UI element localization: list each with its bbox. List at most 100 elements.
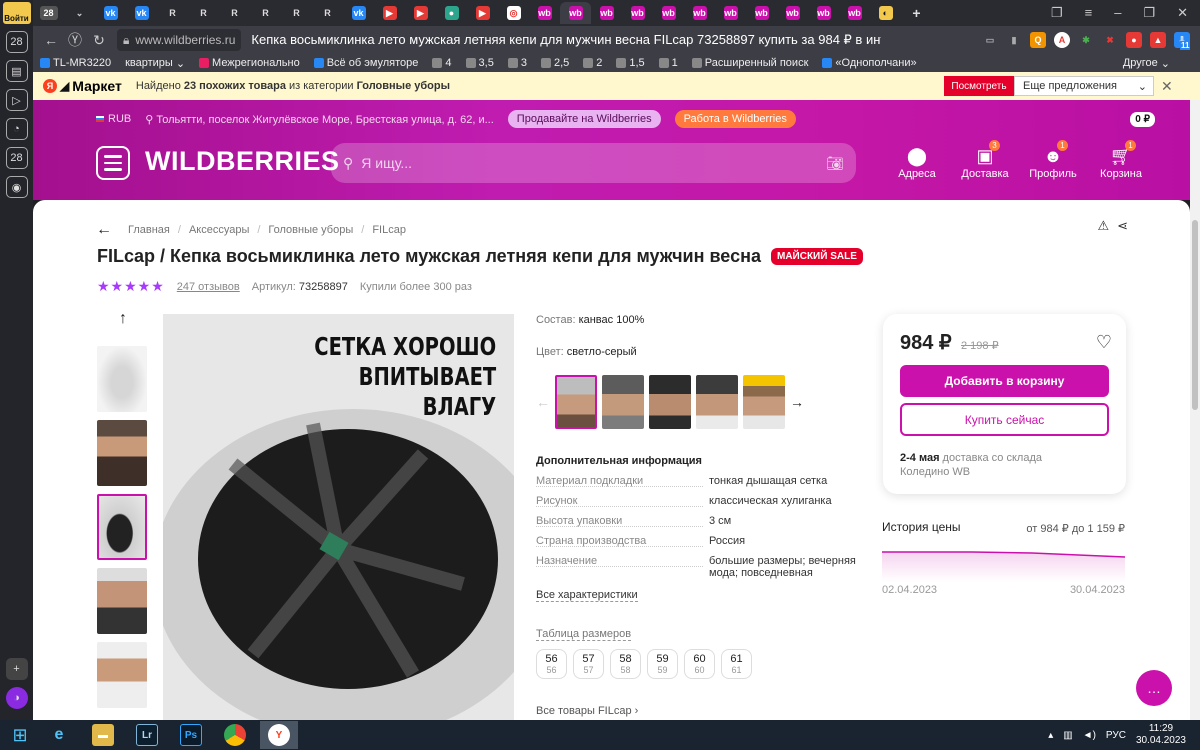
- url-field[interactable]: 🔒︎ www.wildberries.ru: [117, 29, 242, 51]
- yandex-icon[interactable]: Ⓨ: [63, 30, 87, 50]
- size-button[interactable]: 57 57: [573, 649, 604, 679]
- page-scrollbar[interactable]: [1190, 100, 1200, 720]
- tab[interactable]: vk: [95, 2, 126, 24]
- tab[interactable]: ●: [436, 2, 467, 24]
- reader-icon[interactable]: ▭: [982, 32, 998, 48]
- taskbar-ie[interactable]: e: [40, 721, 78, 749]
- tab-active[interactable]: wb: [560, 2, 591, 24]
- extension-icon[interactable]: Q: [1030, 32, 1046, 48]
- menu-icon[interactable]: [96, 146, 130, 180]
- tab[interactable]: wb: [715, 2, 746, 24]
- color-swatch[interactable]: [743, 375, 785, 429]
- tab[interactable]: ▶: [405, 2, 436, 24]
- breadcrumb-item[interactable]: FILcap: [372, 224, 406, 236]
- other-bookmarks[interactable]: Другое ⌄: [1116, 57, 1200, 70]
- tab[interactable]: wb: [591, 2, 622, 24]
- size-button[interactable]: 59 59: [647, 649, 678, 679]
- taskbar-explorer[interactable]: ▬: [84, 721, 122, 749]
- tab[interactable]: R: [157, 2, 188, 24]
- tab[interactable]: wb: [529, 2, 560, 24]
- market-see-button[interactable]: Посмотреть: [944, 76, 1014, 96]
- thumbnail[interactable]: [97, 346, 147, 412]
- extension-icon[interactable]: ▲: [1150, 32, 1166, 48]
- bookmark-item[interactable]: «Однополчани»: [815, 57, 923, 69]
- thumbnail[interactable]: [97, 568, 147, 634]
- tab-counter[interactable]: 28: [33, 2, 64, 24]
- tab[interactable]: vk: [126, 2, 157, 24]
- bookmark-item[interactable]: 1: [652, 57, 685, 69]
- tab-counter-icon[interactable]: 28: [5, 31, 28, 53]
- calendar-icon[interactable]: 28: [5, 147, 28, 169]
- currency-selector[interactable]: RUB: [96, 113, 131, 125]
- tab-menu-icon[interactable]: ⌄: [64, 2, 95, 24]
- taskbar-chrome[interactable]: [216, 721, 254, 749]
- tab[interactable]: wb: [622, 2, 653, 24]
- color-swatch[interactable]: [602, 375, 644, 429]
- tab[interactable]: R: [188, 2, 219, 24]
- thumbnail-selected[interactable]: [97, 494, 147, 560]
- tab[interactable]: wb: [839, 2, 870, 24]
- location-selector[interactable]: ⚲ Тольятти, поселок Жигулёвское Море, Бр…: [145, 113, 494, 126]
- extension-icon[interactable]: ●: [1126, 32, 1142, 48]
- tab[interactable]: vk: [343, 2, 374, 24]
- tab[interactable]: ◐: [870, 2, 901, 24]
- start-button-icon[interactable]: ⊞: [6, 722, 34, 748]
- downloads-icon[interactable]: ⇩ 11: [1174, 32, 1191, 50]
- reload-icon[interactable]: ↻: [87, 32, 111, 49]
- tab[interactable]: wb: [808, 2, 839, 24]
- balance-badge[interactable]: 0 ₽: [1130, 112, 1155, 127]
- play-icon[interactable]: ▷: [5, 89, 28, 111]
- taskbar-yandex[interactable]: Y: [260, 721, 298, 749]
- nav-delivery[interactable]: ▣ 3 Доставка: [951, 140, 1019, 180]
- bookmark-item[interactable]: 2,5: [534, 57, 576, 69]
- tab[interactable]: R: [312, 2, 343, 24]
- size-button[interactable]: 56 56: [536, 649, 567, 679]
- scrollbar-thumb[interactable]: [1192, 220, 1198, 410]
- size-table-link[interactable]: Таблица размеров: [536, 628, 632, 641]
- taskbar-lightroom[interactable]: Lr: [128, 721, 166, 749]
- size-button[interactable]: 58 58: [610, 649, 641, 679]
- market-logo[interactable]: Я ◢ Маркет: [43, 78, 122, 94]
- share-icon[interactable]: ⋖: [1117, 218, 1128, 234]
- extension-icon[interactable]: A: [1054, 32, 1070, 48]
- close-icon[interactable]: ✕: [1177, 5, 1188, 21]
- back-arrow-icon[interactable]: ←: [96, 221, 112, 239]
- nav-profile[interactable]: ☻ 1 Профиль: [1019, 140, 1087, 180]
- taskbar-photoshop[interactable]: Ps: [172, 721, 210, 749]
- breadcrumb-item[interactable]: Главная: [128, 224, 170, 236]
- color-swatch[interactable]: [696, 375, 738, 429]
- login-button[interactable]: Войти: [2, 2, 31, 24]
- new-tab-button[interactable]: +: [901, 2, 932, 24]
- history-icon[interactable]: ◔: [5, 118, 28, 140]
- extension-icon[interactable]: ✱: [1078, 32, 1094, 48]
- screenshot-icon[interactable]: ◉: [5, 176, 28, 198]
- clock[interactable]: 11:29 30.04.2023: [1136, 723, 1186, 747]
- restore-icon[interactable]: ❐: [1143, 5, 1155, 21]
- tray-up-icon[interactable]: ▴: [1048, 730, 1053, 741]
- sell-on-wb-link[interactable]: Продавайте на Wildberries: [507, 110, 661, 128]
- report-icon[interactable]: ⚠︎: [1097, 218, 1109, 234]
- bookmark-item[interactable]: TL-MR3220: [33, 57, 118, 69]
- back-icon[interactable]: ←: [39, 32, 63, 48]
- tab[interactable]: wb: [777, 2, 808, 24]
- product-main-image[interactable]: СЕТКА ХОРОШО ВПИТЫВАЕТ ВЛАГУ: [163, 314, 514, 720]
- bookmark-item[interactable]: 3,5: [459, 57, 501, 69]
- nav-addresses[interactable]: ⬤ Адреса: [883, 144, 951, 180]
- menu-icon[interactable]: ≡: [1085, 5, 1093, 21]
- buy-now-button[interactable]: Купить сейчас: [900, 403, 1109, 436]
- bookmark-item[interactable]: квартиры ⌄: [118, 57, 192, 70]
- volume-icon[interactable]: ◄): [1083, 730, 1096, 741]
- tab[interactable]: ▶: [374, 2, 405, 24]
- language-indicator[interactable]: РУС: [1106, 730, 1126, 741]
- tab[interactable]: R: [250, 2, 281, 24]
- tab[interactable]: ◎: [498, 2, 529, 24]
- size-button[interactable]: 61 61: [721, 649, 752, 679]
- breadcrumb-item[interactable]: Аксессуары: [189, 224, 249, 236]
- color-swatch[interactable]: [649, 375, 691, 429]
- tabs-icon[interactable]: ❐: [1051, 5, 1063, 21]
- sale-badge[interactable]: МАЙСКИЙ SALE: [770, 248, 863, 265]
- all-brand-goods-link[interactable]: Все товары FILcap ›: [536, 705, 638, 717]
- color-swatch-selected[interactable]: [555, 375, 597, 429]
- close-icon[interactable]: ✕: [1161, 78, 1173, 95]
- bookmark-icon[interactable]: ▮: [1006, 32, 1022, 48]
